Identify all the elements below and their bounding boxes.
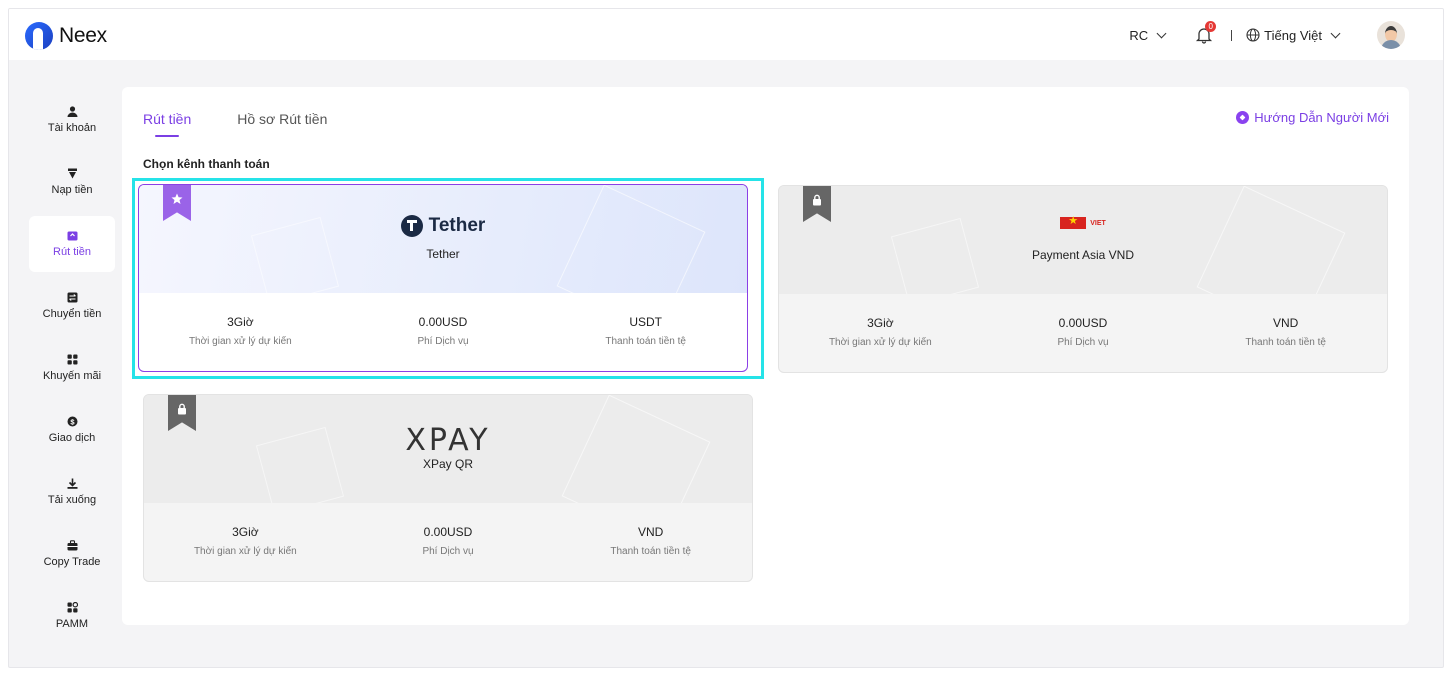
payment-currency-label: Thanh toán tiền tệ — [1245, 337, 1326, 348]
service-fee-value: 0.00USD — [1058, 316, 1108, 330]
processing-time-label: Thời gian xử lý dự kiến — [188, 336, 292, 347]
payment-currency: VND Thanh toán tiền tệ — [1184, 316, 1387, 348]
compass-icon — [1236, 111, 1250, 124]
card-header — [779, 186, 1387, 294]
language-selector[interactable]: Tiếng Việt — [1246, 28, 1343, 43]
sidebar-item-label: Giao dịch — [48, 432, 96, 444]
channel-name: XPay QR — [422, 457, 473, 471]
tab-bar: Rút tiền Hồ sơ Rút tiền — [143, 111, 327, 137]
trade-icon: $ — [67, 416, 77, 427]
logo-text: Neex — [59, 24, 107, 47]
sidebar-item-label: PAMM — [55, 618, 89, 630]
channel-card-tether[interactable]: Tether Tether 3Giờ Thời gian xử lý dự ki… — [138, 184, 748, 372]
service-fee-label: Phí Dịch vụ — [1057, 337, 1109, 348]
xpay-logo-text: XPAY — [405, 423, 491, 458]
globe-icon — [1246, 28, 1260, 42]
sidebar-item-label: Copy Trade — [43, 556, 101, 568]
sidebar-item-label: Tài khoản — [47, 122, 97, 134]
sidebar-item-label: Nạp tiền — [51, 184, 93, 196]
sidebar-item-label: Khuyến mãi — [42, 370, 102, 382]
chevron-down-icon — [1330, 28, 1341, 38]
user-icon — [67, 106, 77, 117]
channel-stats: 3Giờ Thời gian xử lý dự kiến 0.00USD Phí… — [779, 316, 1387, 348]
channel-card-xpay-qr[interactable]: XPAY XPay QR 3Giờ Thời gian xử lý dự kiế… — [143, 394, 753, 582]
sidebar-item-account[interactable]: Tài khoản — [29, 89, 115, 151]
processing-time-value: 3Giờ — [867, 316, 894, 330]
download-icon — [67, 478, 77, 489]
sidebar-item-promotion[interactable]: Khuyến mãi — [29, 337, 115, 399]
neex-logo[interactable]: Neex — [25, 22, 107, 50]
payment-asia-logo-text: VIET — [1090, 219, 1106, 227]
transfer-icon — [67, 292, 77, 303]
notification-badge: 0 — [1205, 21, 1217, 32]
pamm-icon — [67, 602, 78, 613]
sidebar-item-transfer[interactable]: Chuyển tiền — [29, 275, 115, 337]
service-fee-label: Phí Dịch vụ — [417, 336, 469, 347]
tether-logo-text: Tether — [428, 215, 486, 236]
sidebar-item-download[interactable]: Tải xuống — [29, 461, 115, 523]
briefcase-icon — [67, 540, 77, 551]
language-label: Tiếng Việt — [1264, 27, 1322, 43]
payment-currency-value: VND — [1273, 316, 1299, 330]
processing-time: 3Giờ Thời gian xử lý dự kiến — [779, 316, 982, 348]
section-title: Chọn kênh thanh toán — [143, 157, 270, 171]
sidebar-item-trade[interactable]: $ Giao dịch — [29, 399, 115, 461]
processing-time-label: Thời gian xử lý dự kiến — [828, 337, 932, 348]
processing-time: 3Giờ Thời gian xử lý dự kiến — [139, 315, 342, 347]
service-fee-label: Phí Dịch vụ — [422, 546, 474, 557]
sidebar-item-copy-trade[interactable]: Copy Trade — [29, 523, 115, 585]
sidebar: Tài khoản Nạp tiền Rút tiền Chuyển tiền … — [29, 89, 115, 647]
account-selector[interactable]: RC — [1129, 28, 1169, 43]
logo-icon — [25, 22, 53, 50]
promotion-icon — [67, 354, 77, 365]
app-window: Neex RC 0 Tiếng Việt Tài khoản Nạp tiền … — [8, 8, 1444, 668]
sidebar-item-pamm[interactable]: PAMM — [29, 585, 115, 647]
tab-withdraw-history[interactable]: Hồ sơ Rút tiền — [237, 111, 327, 137]
service-fee: 0.00USD Phí Dịch vụ — [982, 316, 1185, 348]
deposit-icon — [67, 168, 77, 179]
notification-button[interactable]: 0 — [1195, 21, 1217, 44]
xpay-logo: XPAY — [144, 423, 752, 458]
payment-currency-value: USDT — [629, 315, 663, 329]
avatar[interactable] — [1377, 21, 1405, 49]
service-fee-value: 0.00USD — [423, 525, 473, 539]
header-actions: RC 0 Tiếng Việt — [1129, 21, 1405, 49]
processing-time-value: 3Giờ — [227, 315, 254, 329]
service-fee-value: 0.00USD — [418, 315, 468, 329]
tether-icon — [400, 215, 423, 237]
processing-time-value: 3Giờ — [232, 525, 259, 539]
service-fee: 0.00USD Phí Dịch vụ — [347, 525, 550, 557]
selection-outline: Tether Tether 3Giờ Thời gian xử lý dự ki… — [132, 178, 764, 379]
guide-link-label: Hướng Dẫn Người Mới — [1254, 110, 1389, 125]
sidebar-item-deposit[interactable]: Nạp tiền — [29, 151, 115, 213]
service-fee: 0.00USD Phí Dịch vụ — [342, 315, 545, 347]
payment-currency-value: VND — [638, 525, 664, 539]
processing-time-label: Thời gian xử lý dự kiến — [193, 546, 297, 557]
channel-name: Payment Asia VND — [1031, 248, 1135, 262]
payment-currency: USDT Thanh toán tiền tệ — [544, 315, 747, 347]
channel-card-payment-asia-vnd[interactable]: VIET Payment Asia VND 3Giờ Thời gian xử … — [778, 185, 1388, 373]
sidebar-item-label: Rút tiền — [53, 246, 91, 258]
payment-asia-logo: VIET — [779, 214, 1387, 234]
channel-stats: 3Giờ Thời gian xử lý dự kiến 0.00USD Phí… — [144, 525, 752, 557]
sidebar-item-label: Chuyển tiền — [42, 308, 102, 320]
channel-name: Tether — [426, 247, 460, 261]
processing-time: 3Giờ Thời gian xử lý dự kiến — [144, 525, 347, 557]
chevron-down-icon — [1156, 28, 1167, 38]
sidebar-item-label: Tải xuống — [47, 494, 97, 506]
beginner-guide-link[interactable]: Hướng Dẫn Người Mới — [1236, 110, 1389, 125]
vietnam-flag-icon — [1060, 214, 1087, 229]
channel-stats: 3Giờ Thời gian xử lý dự kiến 0.00USD Phí… — [139, 315, 747, 347]
withdraw-panel: Rút tiền Hồ sơ Rút tiền Hướng Dẫn Người … — [122, 87, 1409, 625]
account-label: RC — [1129, 27, 1149, 43]
sidebar-item-withdraw[interactable]: Rút tiền — [29, 216, 115, 272]
payment-currency: VND Thanh toán tiền tệ — [549, 525, 752, 557]
payment-currency-label: Thanh toán tiền tệ — [610, 546, 691, 557]
withdraw-icon — [67, 231, 77, 241]
payment-currency-label: Thanh toán tiền tệ — [605, 336, 686, 347]
tether-logo: Tether — [139, 215, 747, 242]
header-separator — [1231, 29, 1233, 41]
tab-withdraw[interactable]: Rút tiền — [143, 111, 191, 137]
top-bar: Neex RC 0 Tiếng Việt — [9, 9, 1443, 60]
